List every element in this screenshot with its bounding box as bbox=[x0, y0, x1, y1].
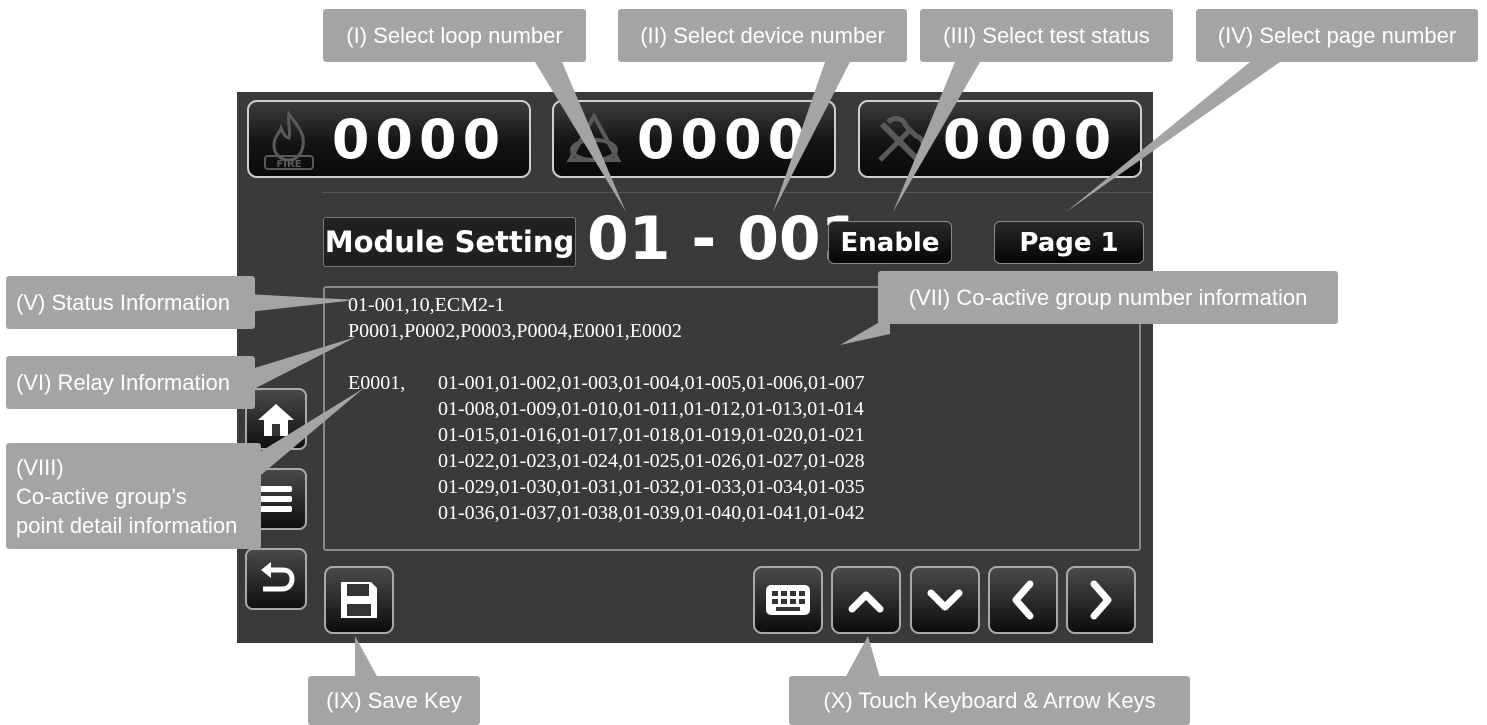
pointer-status-info bbox=[248, 294, 356, 312]
callout-status: (III) Select test status bbox=[920, 9, 1173, 62]
pointer-loop bbox=[535, 62, 626, 212]
pointer-relay-info bbox=[248, 337, 356, 392]
pointer-keys bbox=[845, 636, 880, 678]
pointer-status bbox=[893, 62, 980, 212]
callout-point-detail-line: (VIII) bbox=[16, 454, 64, 480]
callout-relay-info: (VI) Relay Information bbox=[6, 356, 255, 409]
callout-keys: (X) Touch Keyboard & Arrow Keys bbox=[789, 676, 1190, 725]
callout-status-info: (V) Status Information bbox=[6, 276, 255, 329]
pointer-device bbox=[773, 62, 850, 212]
pointer-save bbox=[355, 636, 378, 678]
callout-coactive-group: (VII) Co-active group number information bbox=[878, 271, 1338, 324]
callout-loop: (I) Select loop number bbox=[323, 9, 586, 62]
callout-save: (IX) Save Key bbox=[308, 676, 480, 725]
pointer-point-detail bbox=[255, 388, 364, 480]
callout-point-detail-line: Co-active group’s bbox=[16, 483, 187, 509]
callout-page: (IV) Select page number bbox=[1196, 9, 1478, 62]
callout-point-detail: (VIII) Co-active group’s point detail in… bbox=[6, 443, 261, 549]
pointer-page bbox=[1066, 62, 1280, 212]
callout-point-detail-line: point detail information bbox=[16, 512, 238, 538]
callout-device: (II) Select device number bbox=[618, 9, 907, 62]
